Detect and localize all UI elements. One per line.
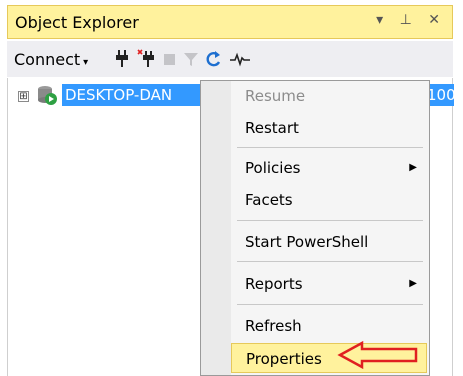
menu-item-policies[interactable]: Policies ▶ — [231, 153, 427, 183]
menu-item-restart[interactable]: Restart — [231, 113, 427, 143]
panel-title: Object Explorer — [15, 13, 139, 32]
menu-separator — [237, 147, 423, 148]
object-explorer-panel: Object Explorer ▾ ⊥ ✕ Connect ▾ ⊞ DESKTO… — [0, 0, 463, 376]
menu-separator — [237, 304, 423, 305]
submenu-arrow-icon: ▶ — [409, 278, 417, 289]
red-arrow-annotation — [337, 340, 418, 370]
plug-icon[interactable] — [113, 49, 131, 69]
activity-monitor-icon[interactable] — [229, 49, 251, 69]
refresh-icon[interactable] — [205, 49, 223, 69]
connect-label: Connect — [14, 50, 81, 69]
menu-item-resume[interactable]: Resume — [231, 81, 427, 111]
stop-icon[interactable] — [161, 49, 179, 69]
connect-button[interactable]: Connect ▾ — [14, 50, 88, 69]
context-menu: Resume Restart Policies ▶ Facets Start P… — [200, 80, 430, 376]
menu-separator — [237, 261, 423, 262]
toolbar: Connect ▾ — [7, 41, 453, 77]
chevron-down-icon: ▾ — [83, 57, 89, 68]
disconnect-icon[interactable] — [137, 49, 155, 69]
menu-item-reports[interactable]: Reports ▶ — [231, 269, 427, 299]
object-explorer-title-bar[interactable]: Object Explorer ▾ ⊥ ✕ — [7, 5, 453, 39]
menu-item-start-powershell[interactable]: Start PowerShell — [231, 227, 427, 257]
menu-item-refresh[interactable]: Refresh — [231, 311, 427, 341]
filter-icon[interactable] — [182, 49, 200, 69]
window-buttons[interactable]: ▾ ⊥ ✕ — [376, 12, 446, 28]
server-node-tail[interactable]: 100 — [427, 84, 454, 106]
menu-icon-strip — [201, 81, 231, 375]
server-icon — [38, 86, 57, 105]
submenu-arrow-icon: ▶ — [409, 162, 417, 173]
menu-item-facets[interactable]: Facets — [231, 185, 427, 215]
expand-icon[interactable]: ⊞ — [18, 91, 29, 102]
menu-separator — [237, 220, 423, 221]
